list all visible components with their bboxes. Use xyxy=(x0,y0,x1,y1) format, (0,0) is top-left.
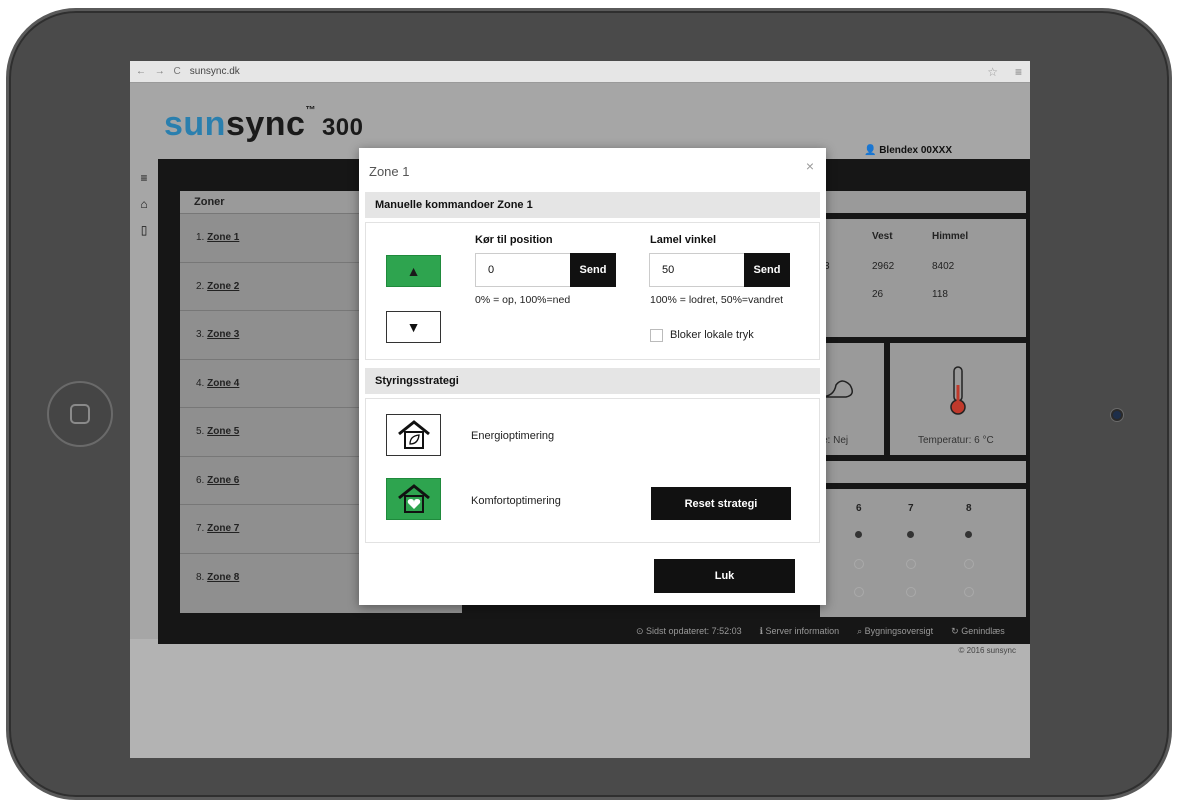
radio-dot[interactable] xyxy=(854,559,864,569)
position-send-button[interactable]: Send xyxy=(570,253,616,287)
sensor-header-bar xyxy=(820,191,1026,213)
block-local-checkbox[interactable] xyxy=(650,329,663,342)
temperature-tile: Temperatur: 6 °C xyxy=(890,343,1026,455)
comfort-strategy-button[interactable] xyxy=(386,478,441,520)
weather-tile: e: Nej xyxy=(819,343,884,455)
sidebar: ≡ ⌂ ▯ xyxy=(130,159,158,639)
footer-bar: ⊙ Sidst opdateret: 7:52:03 ℹ Server info… xyxy=(460,621,1030,641)
tablet-home-button[interactable] xyxy=(47,381,113,447)
close-modal-button[interactable]: Luk xyxy=(654,559,795,593)
angle-input[interactable]: 50 xyxy=(649,253,745,287)
angle-label: Lamel vinkel xyxy=(650,234,717,246)
logo: sunsync™300 xyxy=(164,105,364,143)
manual-section-header: Manuelle kommandoer Zone 1 xyxy=(365,192,820,218)
strategy-section-header: Styringsstrategi xyxy=(365,368,820,394)
footer-updated: ⊙ Sidst opdateret: 7:52:03 xyxy=(636,625,742,636)
home-icon[interactable]: ⌂ xyxy=(130,197,158,211)
footer-overview-link[interactable]: ⌕ Bygningsoversigt xyxy=(857,626,933,637)
home-square-icon xyxy=(70,404,90,424)
block-local-label: Bloker lokale tryk xyxy=(670,329,754,341)
angle-hint: 100% = lodret, 50%=vandret xyxy=(650,294,784,306)
camera-icon xyxy=(1111,409,1123,421)
radio-dot[interactable] xyxy=(964,559,974,569)
user-badge[interactable]: 👤 Blendex 00XXX xyxy=(864,145,952,156)
thermometer-icon xyxy=(950,366,966,415)
energy-strategy-label: Energioptimering xyxy=(471,430,555,442)
browser-menu-icon[interactable]: ≡ xyxy=(1015,65,1022,79)
menu-icon[interactable]: ≡ xyxy=(130,171,158,185)
angle-send-button[interactable]: Send xyxy=(744,253,790,287)
radio-dot[interactable] xyxy=(964,587,974,597)
copyright: © 2016 sunsync xyxy=(958,646,1016,655)
browser-bar: ← → C sunsync.dk ☆ ≡ xyxy=(130,61,1030,83)
zone-modal: Zone 1 × Manuelle kommandoer Zone 1 ▲ ▼ … xyxy=(359,148,826,605)
radio-dot[interactable] xyxy=(906,587,916,597)
footer-server-link[interactable]: ℹ Server information xyxy=(760,626,839,637)
radio-dot[interactable] xyxy=(965,531,972,538)
radio-dot[interactable] xyxy=(854,587,864,597)
move-up-button[interactable]: ▲ xyxy=(386,255,441,287)
dots-panel: 6 7 8 xyxy=(820,489,1026,617)
position-label: Kør til position xyxy=(475,234,553,246)
comfort-strategy-label: Komfortoptimering xyxy=(471,495,561,507)
sensor-table: Vest Himmel 3 2962 8402 26 118 xyxy=(820,219,1026,337)
radio-dot[interactable] xyxy=(855,531,862,538)
radio-dot[interactable] xyxy=(906,559,916,569)
position-hint: 0% = op, 100%=ned xyxy=(475,294,571,306)
bookmark-star-icon[interactable]: ☆ xyxy=(987,65,998,79)
radio-dot[interactable] xyxy=(907,531,914,538)
modal-title: Zone 1 xyxy=(369,164,410,179)
leaf-house-icon xyxy=(397,420,430,449)
position-input[interactable]: 0 xyxy=(475,253,571,287)
move-down-button[interactable]: ▼ xyxy=(386,311,441,343)
book-icon[interactable]: ▯ xyxy=(130,223,158,237)
close-icon[interactable]: × xyxy=(806,158,814,174)
footer-reload-link[interactable]: ↻ Genindlæs xyxy=(951,626,1005,637)
url-bar[interactable]: sunsync.dk xyxy=(190,66,240,77)
energy-strategy-button[interactable] xyxy=(386,414,441,456)
dots-header-bar xyxy=(820,461,1026,483)
heart-house-icon xyxy=(397,484,430,513)
browser-nav-icons[interactable]: ← → C xyxy=(130,66,184,77)
reset-strategy-button[interactable]: Reset strategi xyxy=(651,487,791,520)
